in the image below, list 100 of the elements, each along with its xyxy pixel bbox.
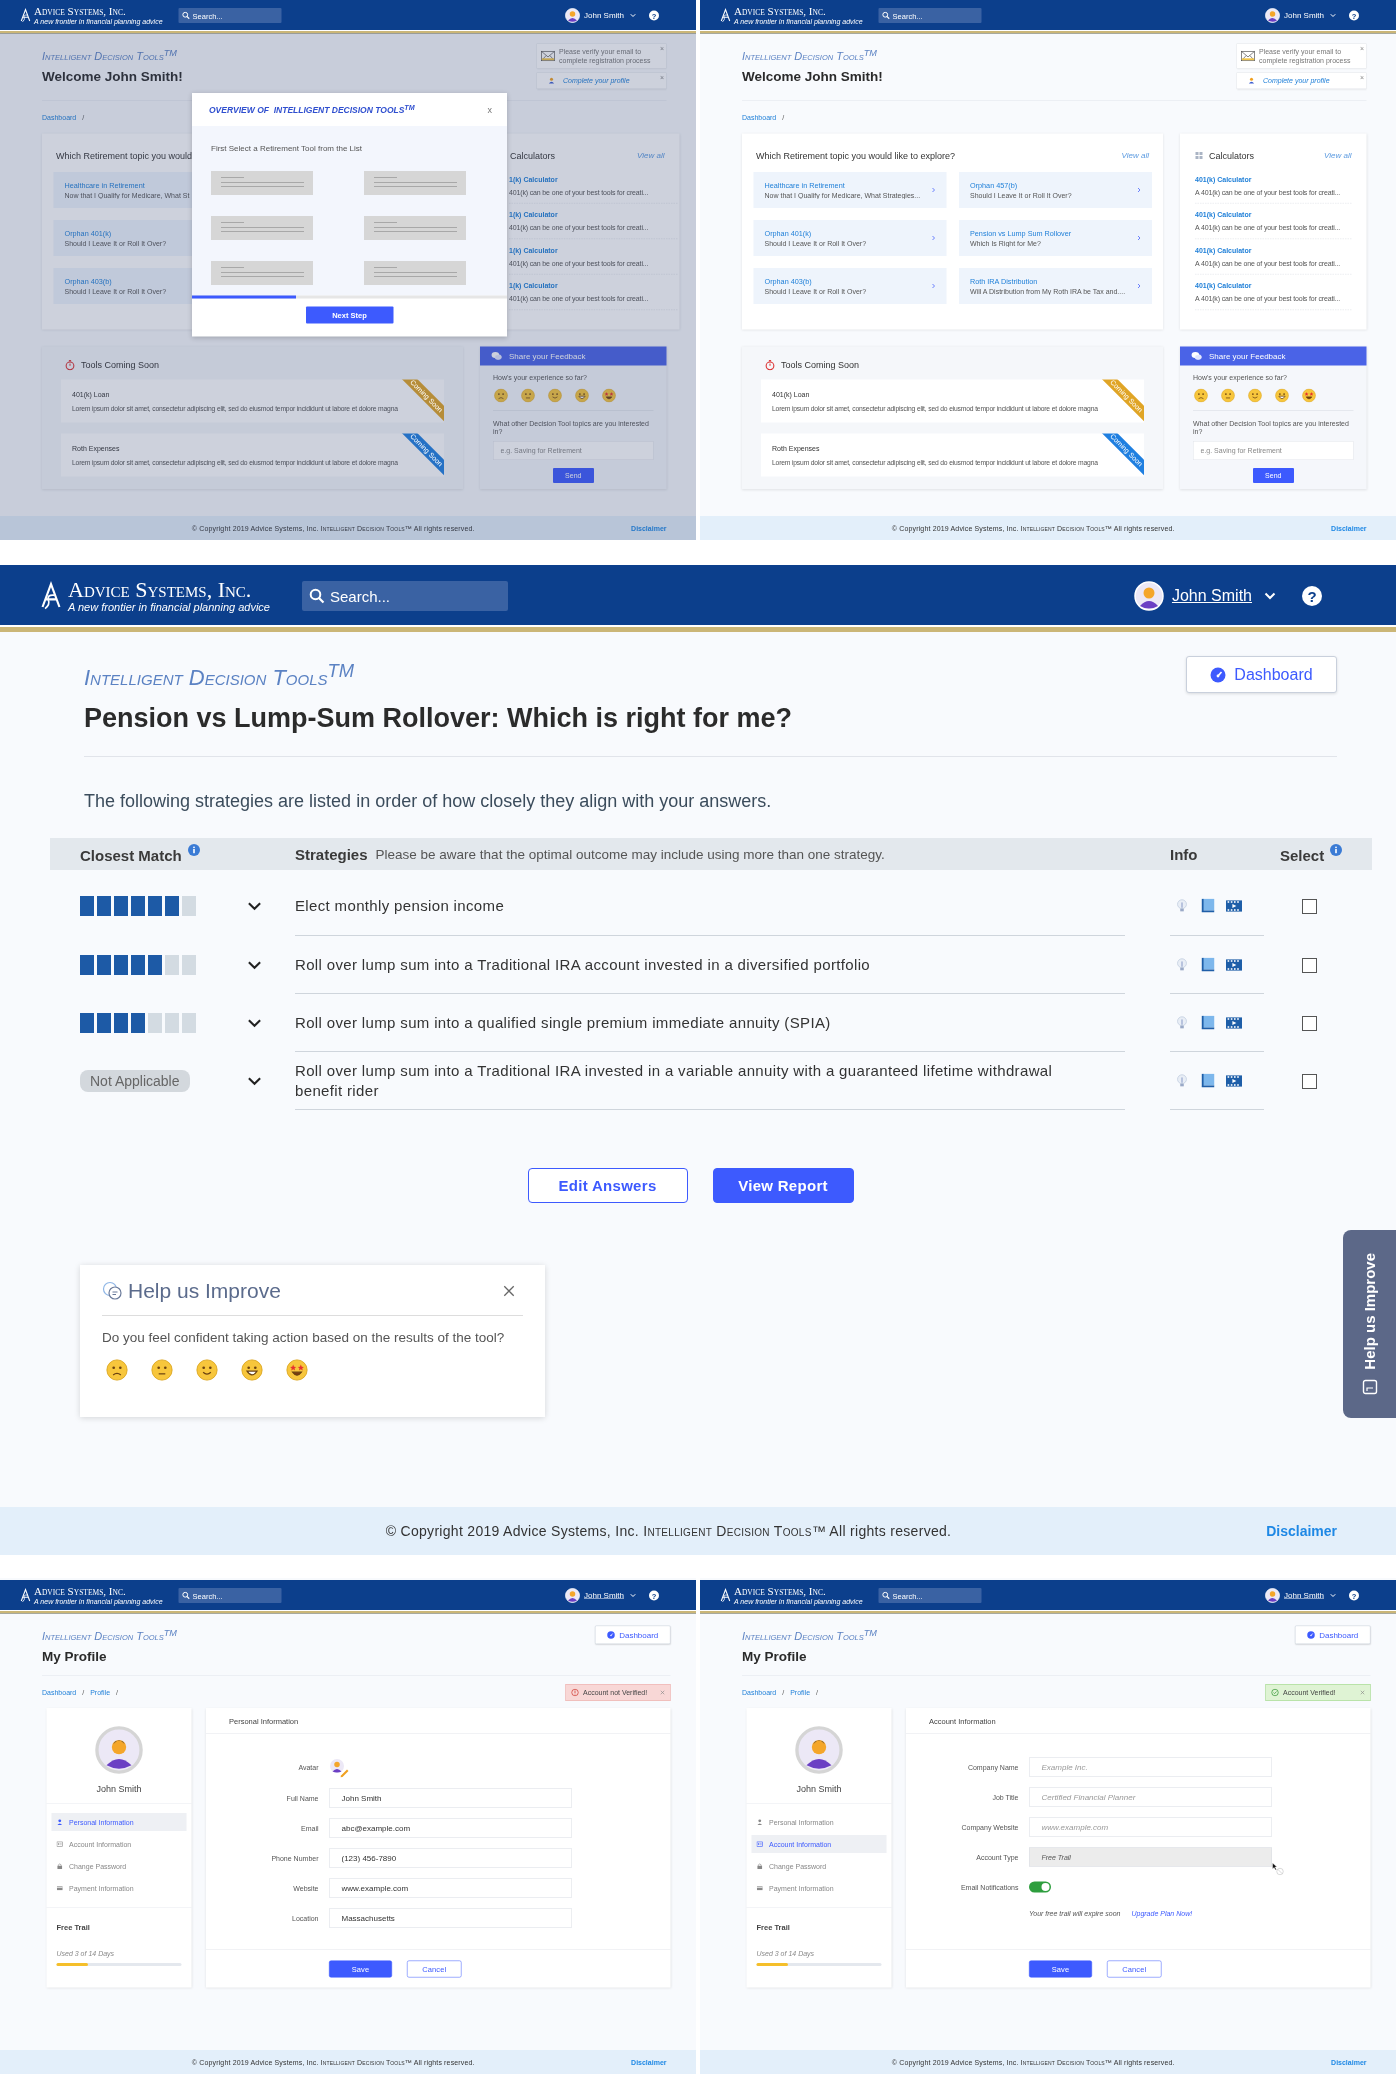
checkbox[interactable]	[1302, 898, 1317, 914]
star-eyed-face-icon[interactable]	[1302, 388, 1316, 403]
gauge-icon	[607, 1630, 616, 1639]
brand-name: Advice Systems, Inc.	[34, 6, 127, 17]
input-field[interactable]: John Smith	[329, 1788, 572, 1808]
placeholder-tile[interactable]	[364, 261, 466, 285]
tagline: A new frontier in financial planning advice	[68, 601, 270, 613]
film-icon[interactable]	[1226, 897, 1242, 914]
avatar-icon[interactable]	[565, 8, 580, 23]
chevron-down-icon[interactable]	[247, 1018, 262, 1029]
page-heading: Pension vs Lump-Sum Rollover: Which is right for me?	[84, 703, 793, 735]
dashboard-button[interactable]: Dashboard	[1295, 1625, 1371, 1644]
placeholder-tile[interactable]	[211, 216, 313, 240]
search-field[interactable]: Search...	[302, 581, 508, 611]
smiling-face-icon[interactable]	[1248, 388, 1262, 403]
placeholder-tile[interactable]	[211, 261, 313, 285]
avatar-icon[interactable]	[565, 1588, 580, 1603]
envelope-icon	[541, 50, 555, 62]
user-menu-link[interactable]: John Smith	[1284, 11, 1324, 20]
input-field[interactable]: abc@example.com	[329, 1818, 572, 1838]
view-report-button[interactable]: View Report	[712, 1168, 854, 1204]
help-button[interactable]: ?	[1302, 586, 1322, 606]
input-field[interactable]: Certified Financial Planner	[1029, 1787, 1272, 1807]
input-field[interactable]: www.example.com	[1029, 1817, 1272, 1837]
user-menu-link[interactable]: John Smith	[1284, 1591, 1324, 1600]
chevron-down-icon[interactable]	[247, 1076, 262, 1087]
neutral-face-icon[interactable]	[151, 1359, 173, 1382]
toggle-switch[interactable]	[1029, 1881, 1051, 1893]
chat-icon	[491, 350, 502, 361]
grinning-face-icon[interactable]	[1275, 388, 1289, 403]
search-icon	[309, 588, 325, 604]
view-all-link[interactable]: View all	[637, 151, 665, 161]
disclaimer-link[interactable]: Disclaimer	[1266, 1523, 1337, 1539]
checkbox[interactable]	[1302, 1015, 1317, 1031]
book-icon[interactable]	[1200, 1072, 1216, 1089]
grinning-face-icon[interactable]	[575, 388, 589, 403]
person-icon	[56, 1818, 63, 1826]
info-icon[interactable]	[187, 844, 200, 857]
question-text: Do you feel confident taking action based on the results of the tool?	[102, 1330, 506, 1346]
user-menu-link[interactable]: John Smith	[1171, 587, 1252, 605]
chevron-down-icon[interactable]	[247, 960, 262, 971]
film-icon[interactable]	[1226, 1014, 1242, 1031]
user-menu-link[interactable]: John Smith	[584, 11, 624, 20]
card-title: Help us Improve	[128, 1279, 282, 1304]
film-icon[interactable]	[1226, 956, 1242, 973]
avatar-icon[interactable]	[1265, 8, 1280, 23]
dashboard-button[interactable]: Dashboard	[1186, 656, 1337, 693]
avatar-icon[interactable]	[1133, 581, 1164, 611]
star-eyed-face-icon[interactable]	[286, 1359, 308, 1382]
card-icon	[756, 1884, 763, 1892]
input-field[interactable]: (123) 456-7890	[329, 1848, 572, 1868]
chevron-down-icon[interactable]	[247, 901, 262, 912]
card-title: Tools Coming Soon	[81, 359, 160, 371]
person-icon	[756, 1818, 763, 1826]
neutral-face-icon[interactable]	[1221, 388, 1235, 403]
placeholder-tile[interactable]	[364, 171, 466, 195]
card-icon	[56, 1884, 63, 1892]
close-button[interactable]: x	[487, 104, 492, 115]
gauge-icon	[1210, 666, 1227, 683]
strategy-text: Elect monthly pension income	[295, 895, 505, 916]
placeholder-tile[interactable]	[211, 171, 313, 195]
sad-face-icon[interactable]	[494, 388, 508, 403]
placeholder-tile[interactable]	[364, 216, 466, 240]
film-icon[interactable]	[1226, 1072, 1242, 1089]
neutral-face-icon[interactable]	[521, 388, 535, 403]
profile-name: John Smith	[796, 1784, 842, 1795]
sad-face-icon[interactable]	[1194, 388, 1208, 403]
view-all-link[interactable]: View all	[1324, 151, 1352, 161]
caret-icon[interactable]	[1264, 592, 1276, 600]
avatar-edit-icon[interactable]	[329, 1757, 349, 1778]
star-eyed-face-icon[interactable]	[602, 388, 616, 403]
book-icon[interactable]	[1200, 897, 1216, 914]
edit-answers-button[interactable]: Edit Answers	[527, 1168, 688, 1204]
card-title: Calculators	[510, 150, 555, 161]
input-field[interactable]: Example Inc.	[1029, 1757, 1272, 1777]
chat-icon	[1191, 350, 1202, 361]
input-field[interactable]: www.example.com	[329, 1878, 572, 1898]
user-menu-link[interactable]: John Smith	[584, 1591, 624, 1600]
page-heading: Welcome John Smith!	[42, 69, 183, 85]
view-all-link[interactable]: View all	[1121, 151, 1149, 161]
envelope-icon	[1241, 50, 1255, 62]
input-field[interactable]: Massachusetts	[329, 1908, 572, 1928]
close-icon[interactable]	[503, 1285, 515, 1298]
checkbox[interactable]	[1302, 1073, 1317, 1089]
avatar-icon[interactable]	[1265, 1588, 1280, 1603]
card-title: Tools Coming Soon	[781, 359, 860, 371]
feedback-side-tab[interactable]: Help us Improve	[1343, 1230, 1396, 1418]
dashboard-button[interactable]: Dashboard	[595, 1625, 671, 1644]
grinning-face-icon[interactable]	[241, 1359, 263, 1382]
chat-icon	[102, 1281, 124, 1302]
book-icon[interactable]	[1200, 1014, 1216, 1031]
checkbox[interactable]	[1302, 957, 1317, 973]
card-title: Share your Feedback	[1209, 351, 1286, 361]
book-icon[interactable]	[1200, 956, 1216, 973]
person-icon	[548, 77, 555, 85]
sad-face-icon[interactable]	[106, 1359, 128, 1382]
product-title: Intelligent Decision Tools$^{TM}$	[42, 1627, 177, 1644]
smiling-face-icon[interactable]	[196, 1359, 218, 1382]
info-icon[interactable]	[1330, 844, 1343, 857]
avatar-icon	[795, 1726, 843, 1775]
